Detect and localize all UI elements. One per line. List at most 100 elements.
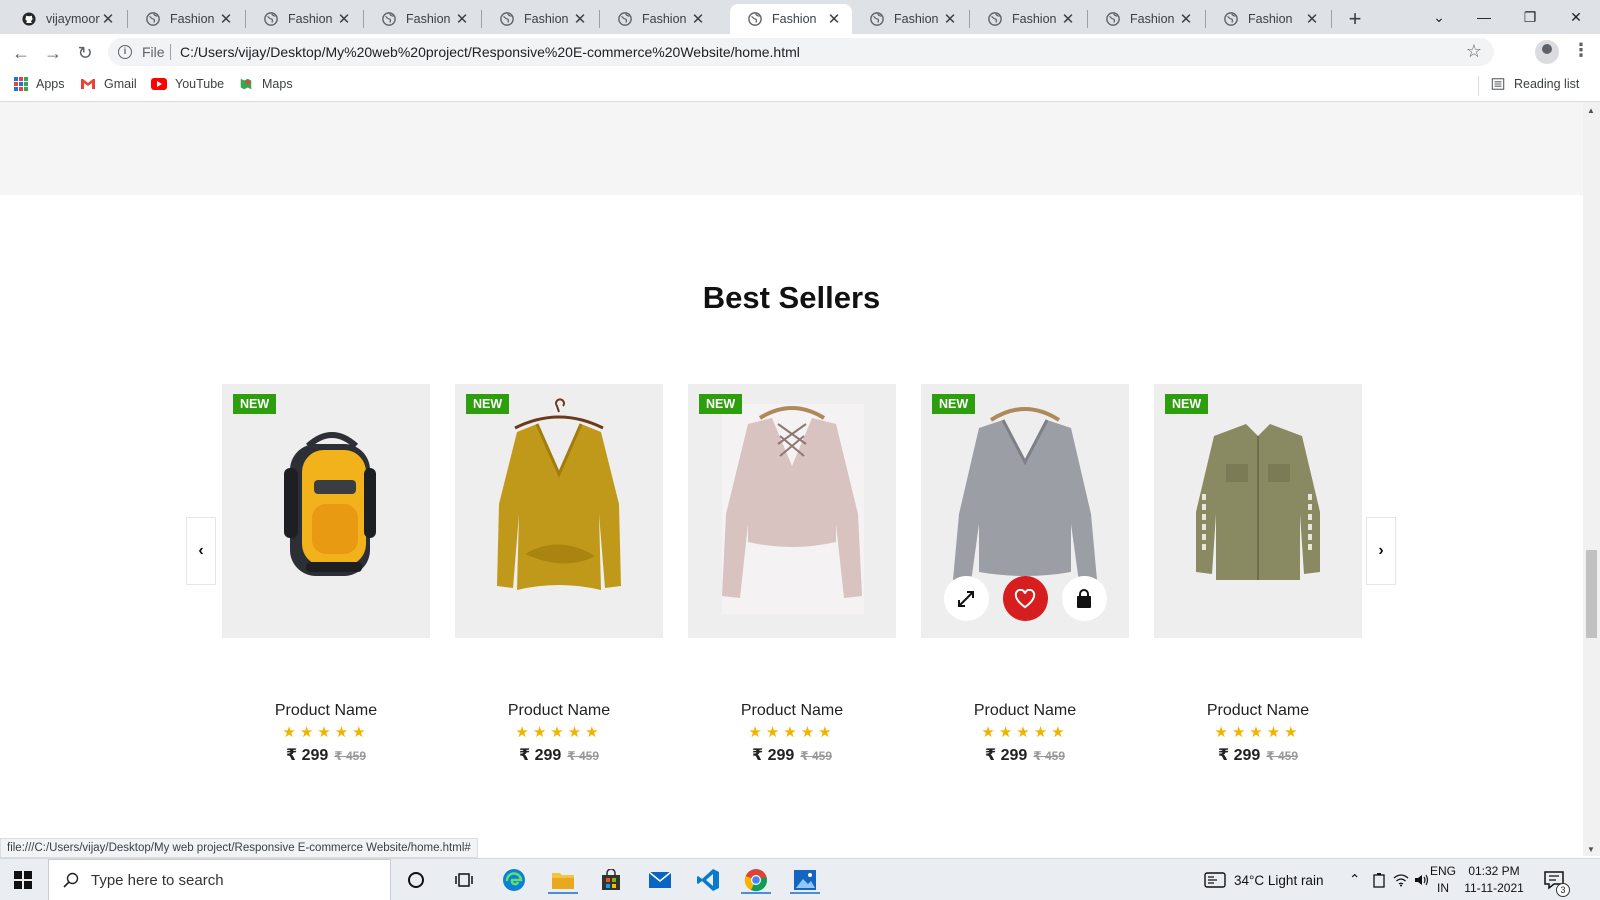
tab-label: vijaymoorthi — [46, 12, 100, 26]
pink-sweater-image — [722, 404, 864, 614]
product-card-image[interactable]: NEW — [688, 384, 896, 638]
scroll-up-icon[interactable]: ▲ — [1587, 106, 1595, 115]
bookmark-star-icon[interactable]: ☆ — [1466, 41, 1482, 62]
page-scrollbar[interactable]: ▲ ▼ — [1583, 102, 1600, 856]
maps-icon — [240, 78, 252, 90]
close-window-button[interactable]: ✕ — [1556, 4, 1596, 30]
vscode-icon[interactable] — [693, 866, 723, 894]
product-card-image[interactable]: NEW — [921, 384, 1129, 638]
close-icon[interactable]: ✕ — [454, 10, 470, 28]
tab-fashion[interactable]: Fashion ✕ — [128, 4, 244, 34]
bookmark-youtube[interactable]: YouTube — [151, 77, 224, 91]
close-icon[interactable]: ✕ — [1060, 10, 1076, 28]
tab-fashion[interactable]: Fashion ✕ — [852, 4, 968, 34]
current-price: ₹ 299 — [519, 747, 562, 764]
url-text[interactable]: C:/Users/vijay/Desktop/My%20web%20projec… — [180, 44, 800, 60]
new-badge: NEW — [466, 394, 510, 414]
close-icon[interactable]: ✕ — [1178, 10, 1194, 28]
weather-widget[interactable]: 34°C Light rain — [1204, 859, 1323, 900]
back-button[interactable]: ← — [8, 40, 34, 66]
windows-start-icon[interactable] — [14, 871, 32, 889]
close-icon[interactable]: ✕ — [942, 10, 958, 28]
taskbar-search-input[interactable]: Type here to search — [48, 859, 391, 900]
product-card-image[interactable]: NEW — [1154, 384, 1362, 638]
link-status-bubble: file:///C:/Users/vijay/Desktop/My web pr… — [0, 838, 478, 858]
tab-label: Fashion — [642, 12, 687, 26]
close-icon[interactable]: ✕ — [218, 10, 234, 28]
product-card-image[interactable]: NEW — [455, 384, 663, 638]
tab-label: Fashion — [524, 12, 569, 26]
bookmark-label: Maps — [262, 77, 293, 91]
forward-button[interactable]: → — [40, 40, 66, 66]
product-info: Product Name ★★★★★ ₹ 299 ₹ 459 — [222, 702, 430, 765]
store-icon[interactable] — [596, 866, 626, 894]
globe-icon — [870, 12, 884, 26]
bookmark-gmail[interactable]: Gmail — [80, 77, 137, 91]
menu-kebab-icon[interactable]: ⋮ — [1572, 40, 1590, 61]
tab-fashion[interactable]: Fashion ✕ — [970, 4, 1086, 34]
product-card-image[interactable]: NEW — [222, 384, 430, 638]
reading-list-button[interactable]: Reading list — [1490, 77, 1579, 91]
tab-label: Fashion — [894, 12, 939, 26]
chrome-icon[interactable] — [741, 866, 771, 894]
quick-view-button[interactable] — [943, 576, 989, 621]
edge-icon[interactable] — [499, 866, 529, 894]
battery-icon[interactable] — [1372, 859, 1386, 900]
tab-fashion[interactable]: Fashion ✕ — [246, 4, 362, 34]
minimize-button[interactable]: — — [1464, 4, 1504, 30]
reload-button[interactable]: ↻ — [72, 40, 98, 66]
tab-fashion[interactable]: Fashion ✕ — [364, 4, 480, 34]
chevron-up-icon[interactable]: ⌃ — [1349, 859, 1360, 900]
bookmark-maps[interactable]: Maps — [238, 77, 293, 91]
tab-fashion[interactable]: Fashion ✕ — [482, 4, 598, 34]
globe-icon — [618, 12, 632, 26]
close-icon[interactable]: ✕ — [690, 10, 706, 28]
rating-stars: ★★★★★ — [1214, 724, 1302, 741]
info-icon[interactable]: i — [118, 45, 132, 59]
scrollbar-thumb[interactable] — [1586, 550, 1597, 638]
new-tab-button[interactable]: + — [1343, 6, 1367, 32]
tab-fashion[interactable]: Fashion ✕ — [1088, 4, 1204, 34]
github-icon — [22, 12, 36, 26]
photos-icon[interactable] — [790, 866, 820, 894]
taskbar-clock[interactable]: 01:32 PM 11-11-2021 — [1462, 863, 1526, 897]
chevron-left-icon: ‹ — [198, 542, 204, 559]
product-name[interactable]: Product Name — [1154, 702, 1362, 720]
tab-label: Fashion — [406, 12, 451, 26]
bookmark-apps[interactable]: Apps — [14, 77, 65, 91]
rating-stars: ★★★★★ — [282, 724, 370, 741]
carousel-prev-button[interactable]: ‹ — [186, 517, 216, 585]
carousel-next-button[interactable]: › — [1366, 517, 1396, 585]
close-icon[interactable]: ✕ — [336, 10, 352, 28]
restore-button[interactable]: ❐ — [1510, 4, 1550, 30]
cortana-icon[interactable] — [401, 866, 431, 894]
file-explorer-icon[interactable] — [548, 866, 578, 894]
tab-fashion-active[interactable]: Fashion ✕ — [730, 4, 852, 34]
close-icon[interactable]: ✕ — [1304, 10, 1320, 28]
tab-fashion[interactable]: Fashion ✕ — [600, 4, 716, 34]
product-name[interactable]: Product Name — [688, 702, 896, 720]
address-bar[interactable]: i File C:/Users/vijay/Desktop/My%20web%2… — [108, 38, 1494, 66]
profile-avatar[interactable] — [1535, 40, 1559, 64]
wifi-icon[interactable] — [1393, 859, 1409, 900]
wishlist-button[interactable] — [1002, 576, 1048, 621]
task-view-icon[interactable] — [449, 866, 479, 894]
scroll-down-icon[interactable]: ▼ — [1587, 845, 1595, 854]
tab-fashion[interactable]: Fashion ✕ — [1206, 4, 1330, 34]
language-indicator[interactable]: ENG IN — [1428, 863, 1458, 897]
product-name[interactable]: Product Name — [921, 702, 1129, 720]
tab-search-chevron-icon[interactable]: ⌄ — [1419, 4, 1459, 30]
close-icon[interactable]: ✕ — [826, 10, 842, 28]
new-badge: NEW — [233, 394, 277, 414]
tab-label: Fashion — [288, 12, 333, 26]
expand-icon — [958, 590, 974, 607]
region-code: IN — [1437, 881, 1449, 895]
product-name[interactable]: Product Name — [455, 702, 663, 720]
close-icon[interactable]: ✕ — [100, 10, 116, 28]
add-to-cart-button[interactable] — [1061, 576, 1107, 621]
tab-github[interactable]: vijaymoorthi ✕ — [4, 4, 126, 34]
product-name[interactable]: Product Name — [222, 702, 430, 720]
mail-icon[interactable] — [645, 866, 675, 894]
close-icon[interactable]: ✕ — [572, 10, 588, 28]
globe-icon — [264, 12, 278, 26]
